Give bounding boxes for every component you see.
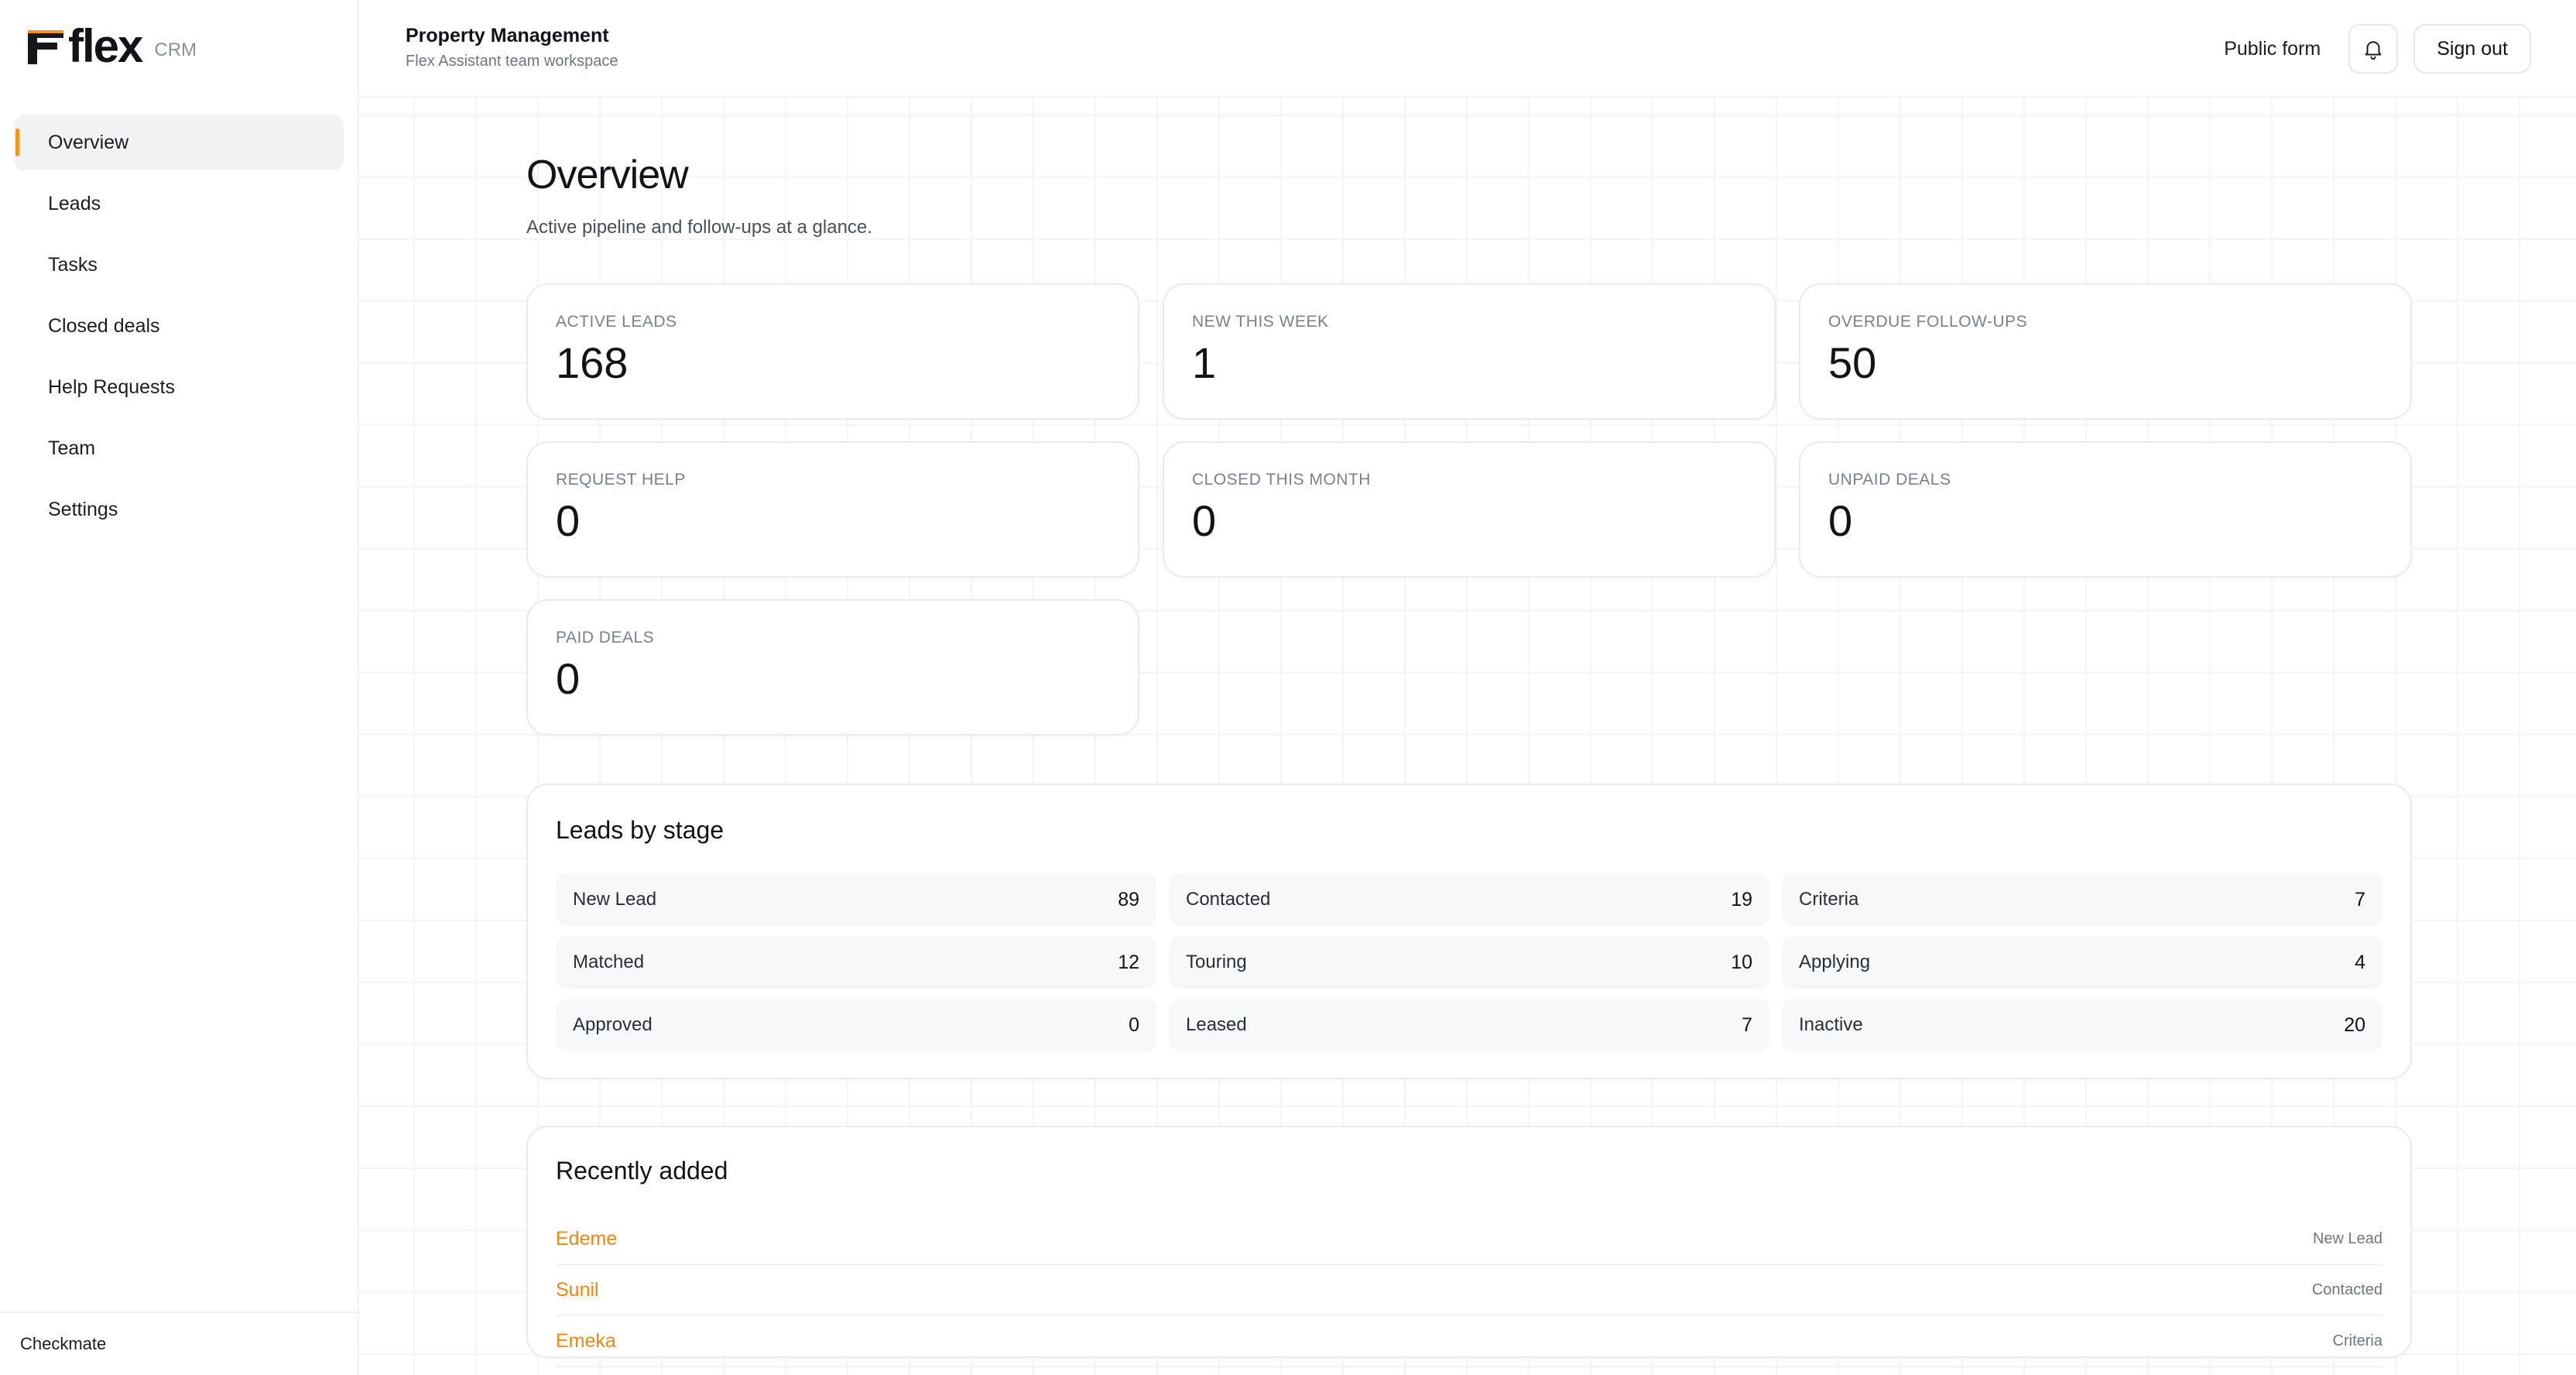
stage-name: Leased xyxy=(1186,1014,1247,1035)
lead-stage: Criteria xyxy=(2332,1332,2382,1349)
sidebar-nav: Overview Leads Tasks Closed deals Help R… xyxy=(14,115,344,543)
sign-out-button[interactable]: Sign out xyxy=(2413,24,2531,74)
recently-added-panel: Recently added Edeme New Lead Sunil Cont… xyxy=(526,1126,2412,1367)
stage-name: Inactive xyxy=(1799,1014,1863,1035)
sidebar-item-label: Tasks xyxy=(48,253,98,276)
bell-icon xyxy=(2365,41,2382,60)
stage-name: Approved xyxy=(573,1014,653,1035)
sidebar-item-help-requests[interactable]: Help Requests xyxy=(14,359,344,415)
leads-by-stage-panel: Leads by stage New Lead 89 Contacted 19 … xyxy=(526,784,2412,1079)
stage-item-touring[interactable]: Touring 10 xyxy=(1169,936,1769,989)
stat-card-active-leads: ACTIVE LEADS 168 xyxy=(526,283,1139,420)
lead-name-link[interactable]: Emeka xyxy=(556,1330,616,1353)
stage-name: Criteria xyxy=(1799,889,1859,910)
stat-label: ACTIVE LEADS xyxy=(556,313,677,331)
workspace-title: Property Management xyxy=(406,25,609,46)
stat-label: REQUEST HELP xyxy=(556,471,686,489)
stage-item-contacted[interactable]: Contacted 19 xyxy=(1169,873,1769,926)
stage-count: 7 xyxy=(1742,1013,1752,1036)
brand-logo[interactable]: flex CRM xyxy=(25,22,197,71)
stage-item-matched[interactable]: Matched 12 xyxy=(556,936,1156,989)
stat-value: 1 xyxy=(1192,338,1217,387)
stat-value: 0 xyxy=(1828,496,1853,545)
overview-content: Overview Active pipeline and follow-ups … xyxy=(526,152,2412,1367)
stat-label: OVERDUE FOLLOW-UPS xyxy=(1828,313,2028,331)
stage-count: 89 xyxy=(1118,888,1139,910)
page-title: Overview xyxy=(526,153,689,197)
stat-label: UNPAID DEALS xyxy=(1828,471,1951,489)
top-header: Property Management Flex Assistant team … xyxy=(359,0,2576,98)
stat-card-request-help: REQUEST HELP 0 xyxy=(526,441,1139,578)
footer-account-name[interactable]: Checkmate xyxy=(20,1334,106,1354)
sidebar-item-label: Closed deals xyxy=(48,314,160,337)
sidebar-item-closed-deals[interactable]: Closed deals xyxy=(14,298,344,354)
sidebar-item-team[interactable]: Team xyxy=(14,420,344,476)
workspace-subtitle: Flex Assistant team workspace xyxy=(406,53,618,70)
stat-value: 0 xyxy=(1192,496,1217,545)
list-item[interactable]: Sunil Contacted xyxy=(556,1265,2382,1316)
sidebar-item-tasks[interactable]: Tasks xyxy=(14,237,344,293)
stage-item-approved[interactable]: Approved 0 xyxy=(556,999,1156,1051)
stat-value: 0 xyxy=(556,496,581,545)
stat-card-unpaid-deals: UNPAID DEALS 0 xyxy=(1799,441,2412,578)
stat-card-paid-deals: PAID DEALS 0 xyxy=(526,599,1139,736)
stage-count: 12 xyxy=(1118,951,1139,973)
stage-item-applying[interactable]: Applying 4 xyxy=(1782,936,2382,989)
sidebar-item-label: Help Requests xyxy=(48,375,175,398)
stage-name: Applying xyxy=(1799,952,1871,972)
sidebar-item-label: Leads xyxy=(48,192,101,214)
stat-card-new-this-week: NEW THIS WEEK 1 xyxy=(1163,283,1776,420)
sidebar: flex CRM Overview Leads Tasks Closed dea… xyxy=(0,0,359,1375)
sidebar-footer: Checkmate xyxy=(0,1312,359,1375)
stage-item-inactive[interactable]: Inactive 20 xyxy=(1782,999,2382,1051)
stage-count: 4 xyxy=(2355,951,2365,973)
lead-name-link[interactable]: Edeme xyxy=(556,1228,617,1250)
panel-title: Recently added xyxy=(556,1157,728,1185)
stage-name: Contacted xyxy=(1186,889,1271,910)
brand-suffix: CRM xyxy=(154,39,197,60)
header-actions: Public form Sign out xyxy=(2211,23,2531,74)
stat-card-closed-this-month: CLOSED THIS MONTH 0 xyxy=(1163,441,1776,578)
stage-count: 19 xyxy=(1731,888,1752,910)
stat-value: 0 xyxy=(556,654,581,703)
stage-name: Touring xyxy=(1186,952,1247,972)
sidebar-item-overview[interactable]: Overview xyxy=(14,115,344,170)
sidebar-item-leads[interactable]: Leads xyxy=(14,176,344,231)
sidebar-item-settings[interactable]: Settings xyxy=(14,482,344,537)
stat-label: CLOSED THIS MONTH xyxy=(1192,471,1371,489)
stat-card-overdue-follow-ups: OVERDUE FOLLOW-UPS 50 xyxy=(1799,283,2412,420)
sidebar-item-label: Settings xyxy=(48,498,118,520)
stage-name: Matched xyxy=(573,952,645,972)
lead-name-link[interactable]: Sunil xyxy=(556,1279,599,1301)
list-item[interactable]: Emeka Criteria xyxy=(556,1316,2382,1367)
stat-label: NEW THIS WEEK xyxy=(1192,313,1329,331)
app-root: flex CRM Overview Leads Tasks Closed dea… xyxy=(0,0,2576,1375)
lead-stage: Contacted xyxy=(2311,1281,2382,1298)
panel-title: Leads by stage xyxy=(556,816,724,844)
stage-count: 20 xyxy=(2344,1013,2365,1036)
sidebar-item-label: Team xyxy=(48,437,96,459)
stat-value: 168 xyxy=(556,338,629,387)
stage-count: 7 xyxy=(2355,888,2365,910)
public-form-link[interactable]: Public form xyxy=(2211,38,2333,60)
list-item[interactable]: Edeme New Lead xyxy=(556,1214,2382,1265)
stat-value: 50 xyxy=(1828,338,1877,387)
flex-logo-mark-icon xyxy=(28,30,63,64)
stage-count: 10 xyxy=(1731,951,1752,973)
stat-label: PAID DEALS xyxy=(556,629,655,646)
page-subtitle: Active pipeline and follow-ups at a glan… xyxy=(526,217,872,238)
brand-word: flex xyxy=(68,20,143,72)
stage-count: 0 xyxy=(1129,1013,1139,1036)
notifications-button[interactable] xyxy=(2348,24,2399,74)
stage-item-new-lead[interactable]: New Lead 89 xyxy=(556,873,1156,926)
sidebar-item-label: Overview xyxy=(48,131,129,153)
lead-stage: New Lead xyxy=(2312,1229,2382,1247)
stage-item-criteria[interactable]: Criteria 7 xyxy=(1782,873,2382,926)
main-content: Overview Active pipeline and follow-ups … xyxy=(359,98,2576,1375)
stage-name: New Lead xyxy=(573,889,657,910)
stage-item-leased[interactable]: Leased 7 xyxy=(1169,999,1769,1051)
